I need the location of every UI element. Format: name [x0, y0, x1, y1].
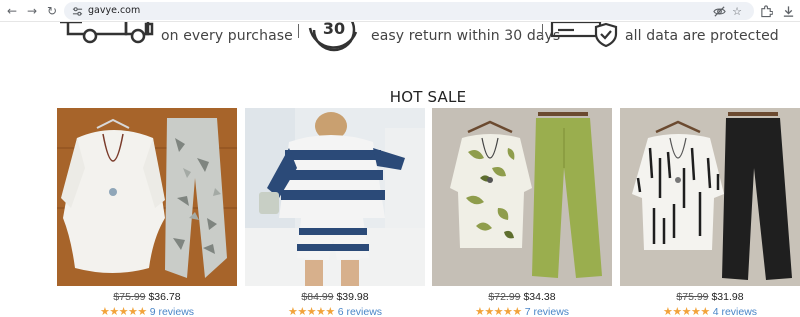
address-bar[interactable]: gavye.com ☆: [64, 2, 754, 20]
product-image[interactable]: [432, 108, 612, 286]
star-rating-icon: ★★★★★: [99, 305, 147, 317]
reviews-link[interactable]: 4 reviews: [713, 306, 757, 317]
sale-price: $34.38: [523, 291, 556, 303]
rating: ★★★★★ 7 reviews: [432, 305, 612, 317]
forward-arrow-icon[interactable]: →: [24, 3, 40, 19]
reviews-link[interactable]: 9 reviews: [150, 306, 194, 317]
price: $84.99 $39.98: [245, 291, 425, 303]
price: $75.99 $31.98: [620, 291, 800, 303]
sale-price: $39.98: [336, 291, 369, 303]
original-price: $72.99: [488, 291, 521, 303]
price: $75.99 $36.78: [57, 291, 237, 303]
product-image[interactable]: [57, 108, 237, 286]
star-icon[interactable]: ☆: [730, 4, 744, 18]
star-rating-icon: ★★★★★: [287, 305, 335, 317]
reviews-link[interactable]: 6 reviews: [338, 306, 382, 317]
original-price: $84.99: [301, 291, 334, 303]
section-title: HOT SALE: [389, 88, 467, 106]
browser-toolbar: ← → ↻ gavye.com ☆: [0, 0, 800, 22]
feature-text-return: easy return within 30 days: [371, 28, 561, 44]
original-price: $75.99: [113, 291, 146, 303]
sale-price: $36.78: [148, 291, 181, 303]
star-rating-icon: ★★★★★: [662, 305, 710, 317]
product-image[interactable]: [620, 108, 800, 286]
secure-card-shield-icon: [550, 22, 620, 50]
product-image[interactable]: [245, 108, 425, 286]
feature-text-purchase: on every purchase: [161, 28, 293, 44]
feature-text-protected: all data are protected: [625, 28, 779, 44]
star-rating-icon: ★★★★★: [474, 305, 522, 317]
feature-strip: on every purchase 30 easy return within …: [0, 22, 800, 52]
extensions-icon[interactable]: [758, 3, 774, 19]
download-icon[interactable]: [780, 3, 796, 19]
sale-price: $31.98: [711, 291, 744, 303]
rating: ★★★★★ 6 reviews: [245, 305, 425, 317]
return-30-icon: 30: [306, 22, 362, 52]
eye-off-icon[interactable]: [712, 4, 726, 18]
delivery-truck-icon: [60, 22, 156, 48]
url-text[interactable]: gavye.com: [88, 5, 140, 16]
divider: [542, 24, 543, 38]
price: $72.99 $34.38: [432, 291, 612, 303]
reload-icon[interactable]: ↻: [44, 3, 60, 19]
back-arrow-icon[interactable]: ←: [4, 3, 20, 19]
rating: ★★★★★ 9 reviews: [57, 305, 237, 317]
site-info-icon[interactable]: [70, 4, 84, 18]
svg-text:30: 30: [323, 22, 345, 38]
original-price: $75.99: [676, 291, 709, 303]
rating: ★★★★★ 4 reviews: [620, 305, 800, 317]
reviews-link[interactable]: 7 reviews: [525, 306, 569, 317]
divider: [298, 24, 299, 38]
